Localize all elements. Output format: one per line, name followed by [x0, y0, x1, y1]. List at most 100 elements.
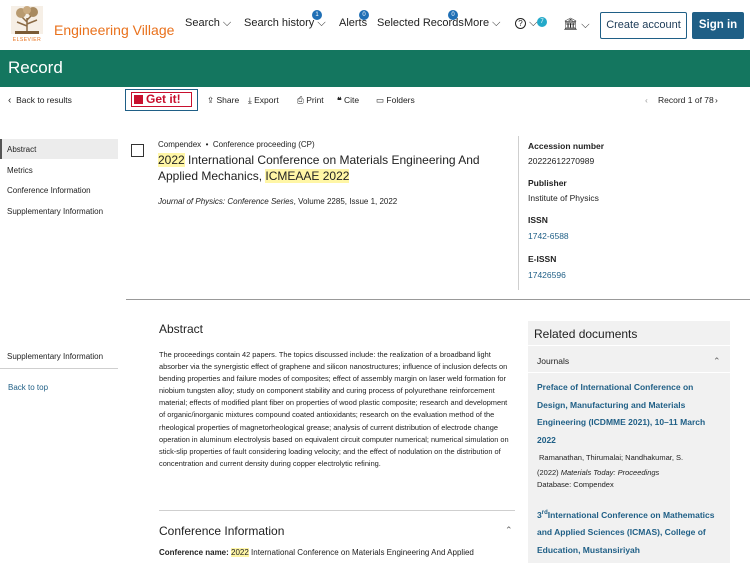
publisher-label: Publisher [528, 178, 567, 188]
nav-more[interactable]: More ⌵ [464, 17, 500, 30]
folder-icon: ▭ [376, 95, 385, 105]
share-icon: ⇪ [207, 95, 215, 105]
journal-citation: Journal of Physics: Conference Series, V… [158, 197, 397, 206]
nav-search[interactable]: Search ⌵ [185, 17, 231, 30]
get-it-label: Get it! [146, 92, 181, 106]
nav-search-history-label: Search history [244, 17, 315, 29]
publisher-value: Institute of Physics [528, 193, 599, 203]
chevron-left-icon: ‹ [8, 95, 12, 106]
alerts-badge: 0 [359, 10, 369, 20]
section-divider [126, 299, 750, 300]
sidebar-item-metrics[interactable]: Metrics [7, 166, 33, 175]
top-header: ELSEVIER Engineering Village Search ⌵ Se… [0, 0, 750, 50]
related-doc-1-database: Database: Compendex [537, 480, 614, 489]
institution-menu[interactable]: 🏛 ⌵ [563, 17, 590, 32]
details-divider [518, 136, 519, 290]
print-icon: ⎙ [297, 95, 304, 105]
eissn-link[interactable]: 17426596 [528, 270, 566, 280]
related-doc-2-text: International Conference on Mathematics … [537, 509, 715, 556]
chevron-right-icon: › [715, 95, 718, 105]
create-account-button[interactable]: Create account [600, 12, 687, 39]
nav-more-label: More [464, 17, 490, 29]
sidebar-divider [0, 368, 118, 369]
conference-name-value: International Conference on Materials En… [248, 548, 474, 557]
previous-record-button[interactable]: ‹ [645, 95, 648, 105]
next-record-button[interactable]: › [715, 95, 718, 105]
accession-number-value: 20222612270989 [528, 156, 595, 166]
chevron-down-icon: ⌵ [581, 19, 590, 31]
related-divider [528, 345, 730, 346]
back-to-top-link[interactable]: Back to top [8, 383, 48, 392]
conference-information-heading: Conference Information [159, 524, 285, 538]
title-highlight-acronym: ICMEAAE 2022 [265, 169, 350, 183]
title-highlight-year: 2022 [158, 153, 185, 167]
eissn-label: E-ISSN [528, 254, 557, 264]
conference-name-label: Conference name: [159, 548, 229, 557]
record-bar: Record [0, 50, 750, 87]
chevron-left-icon: ‹ [645, 95, 648, 105]
issn-link[interactable]: 1742-6588 [528, 231, 569, 241]
record-toolbar: ‹ Back to results ⇪ Share ⤓ Export ⎙ Pri… [0, 87, 750, 114]
issn-label: ISSN [528, 215, 548, 225]
abstract-heading: Abstract [159, 322, 204, 336]
selected-records-badge: 0 [448, 10, 458, 20]
help-badge: 7 [537, 17, 547, 27]
export-button[interactable]: ⤓ Export [248, 95, 279, 106]
record-title: 2022 International Conference on Materia… [158, 152, 498, 184]
conference-name-row: Conference name: 2022 International Conf… [159, 548, 474, 557]
sidebar-item-conference-information[interactable]: Conference Information [7, 186, 91, 195]
get-it-button[interactable]: Get it! [125, 89, 198, 111]
export-label: Export [254, 95, 279, 105]
export-icon: ⤓ [248, 95, 252, 105]
journal-name: Journal of Physics: Conference Series [158, 197, 294, 206]
chevron-down-icon: ⌵ [222, 17, 232, 29]
back-to-results-link[interactable]: ‹ Back to results [8, 95, 72, 106]
related-documents-heading: Related documents [534, 327, 638, 341]
help-icon: ? [515, 18, 526, 29]
sidebar-item-supplementary-information[interactable]: Supplementary Information [7, 207, 103, 216]
related-doc-1-year: (2022) [537, 468, 561, 477]
help-menu[interactable]: ? ⌵ [515, 17, 537, 30]
record-bar-title: Record [8, 58, 63, 77]
share-button[interactable]: ⇪ Share [207, 95, 239, 106]
get-it-flag-icon [134, 95, 143, 104]
chevron-up-icon[interactable]: ⌃ [505, 525, 513, 536]
print-label: Print [306, 95, 324, 105]
select-record-checkbox[interactable] [131, 144, 144, 157]
get-it-badge: Get it! [131, 92, 192, 107]
related-doc-1-source: (2022) Materials Today: Proceedings [537, 468, 659, 477]
abstract-text: The proceedings contain 42 papers. The t… [159, 350, 509, 468]
quote-icon: ❝ [337, 95, 342, 105]
share-label: Share [216, 95, 240, 105]
abstract-divider [159, 510, 515, 511]
journal-volume-issue: , Volume 2285, Issue 1, 2022 [293, 197, 398, 206]
print-button[interactable]: ⎙ Print [297, 95, 324, 106]
related-doc-1-journal: Materials Today: Proceedings [560, 468, 660, 477]
folders-button[interactable]: ▭ Folders [376, 95, 415, 106]
related-doc-1-title[interactable]: Preface of International Conference on D… [537, 379, 725, 449]
conference-name-highlight: 2022 [231, 548, 249, 557]
journals-divider [528, 372, 730, 373]
database-name: Compendex [158, 140, 202, 149]
related-doc-2-title[interactable]: 3rdInternational Conference on Mathemati… [537, 505, 725, 560]
sidebar-item-supplementary-information-bottom[interactable]: Supplementary Information [7, 352, 103, 361]
sign-in-button[interactable]: Sign in [692, 12, 744, 39]
chevron-up-icon[interactable]: ⌃ [713, 356, 721, 367]
accession-number-label: Accession number [528, 141, 605, 151]
search-history-badge: 1 [312, 10, 322, 20]
chevron-down-icon: ⌵ [492, 17, 501, 29]
journals-section-label: Journals [537, 356, 570, 366]
brand-title[interactable]: Engineering Village [54, 22, 174, 38]
document-type: Conference proceeding (CP) [212, 140, 315, 149]
institution-icon: 🏛 [563, 17, 579, 31]
sidebar-item-abstract[interactable]: Abstract [7, 145, 36, 154]
folders-label: Folders [386, 95, 415, 105]
elsevier-logo[interactable]: ELSEVIER [9, 4, 45, 44]
back-to-results-label: Back to results [16, 95, 72, 105]
nav-search-label: Search [185, 17, 220, 29]
related-doc-1-authors: Ramanathan, Thirumalai; Nandhakumar, S. [539, 453, 684, 462]
elsevier-wordmark: ELSEVIER [12, 37, 42, 43]
record-source-line: Compendex • Conference proceeding (CP) [158, 140, 315, 149]
record-counter: Record 1 of 78 [658, 95, 714, 105]
cite-button[interactable]: ❝ Cite [337, 95, 359, 106]
